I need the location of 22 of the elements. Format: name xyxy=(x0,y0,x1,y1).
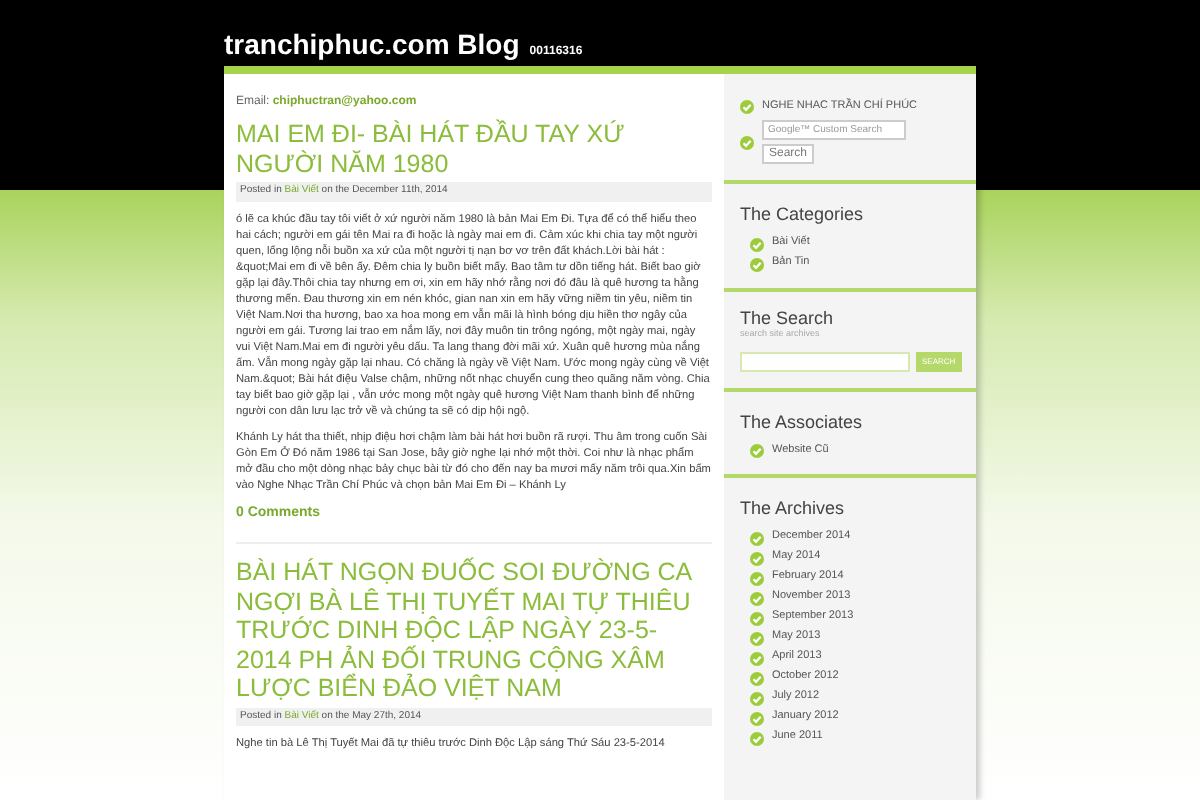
check-icon xyxy=(750,571,764,585)
check-icon xyxy=(750,257,764,271)
check-icon xyxy=(740,135,754,150)
check-icon xyxy=(750,444,764,458)
check-icon xyxy=(750,651,764,665)
blog-title[interactable]: tranchiphuc.com Blog xyxy=(224,30,520,58)
check-icon xyxy=(750,237,764,251)
check-icon xyxy=(750,611,764,625)
check-icon xyxy=(740,99,754,114)
check-icon xyxy=(750,631,764,645)
widget-heading: The Associates xyxy=(740,409,865,434)
widget-heading: The Categories xyxy=(740,202,866,227)
widget-heading: The Search xyxy=(740,309,836,328)
check-icon xyxy=(750,711,764,725)
check-icon xyxy=(750,731,764,745)
check-icon xyxy=(750,551,764,565)
check-icon xyxy=(750,671,764,685)
check-icon xyxy=(750,531,764,545)
widget-heading: The Archives xyxy=(740,496,847,521)
check-icon xyxy=(750,691,764,705)
check-icon xyxy=(750,591,764,605)
search-field[interactable] xyxy=(740,351,910,372)
